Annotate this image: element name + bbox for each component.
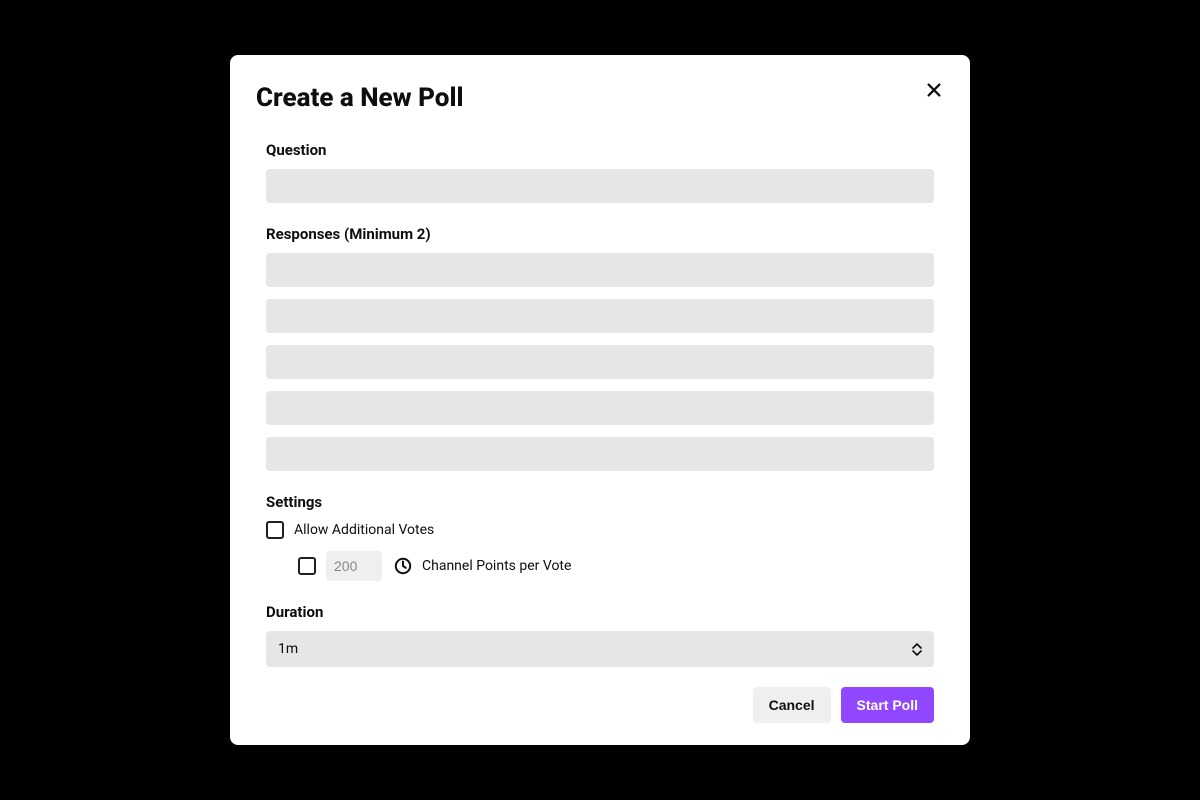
allow-additional-votes-label: Allow Additional Votes (294, 522, 434, 538)
question-label: Question (266, 141, 934, 159)
close-button[interactable] (920, 77, 948, 105)
response-input[interactable] (266, 299, 934, 333)
response-input[interactable] (266, 253, 934, 287)
allow-additional-votes-checkbox[interactable] (266, 521, 284, 539)
response-input[interactable] (266, 345, 934, 379)
form-area: Question Responses (Minimum 2) Settings … (256, 141, 944, 723)
response-input[interactable] (266, 437, 934, 471)
responses-list (266, 253, 934, 471)
modal-title: Create a New Poll (256, 83, 944, 113)
start-poll-button[interactable]: Start Poll (841, 687, 934, 723)
duration-select[interactable]: 1m (266, 631, 934, 667)
stepper-icon (912, 643, 922, 656)
cancel-button[interactable]: Cancel (753, 687, 831, 723)
close-icon (925, 81, 943, 102)
button-row: Cancel Start Poll (266, 687, 934, 723)
channel-points-row: Channel Points per Vote (266, 551, 934, 581)
settings-label: Settings (266, 493, 934, 511)
channel-points-label: Channel Points per Vote (422, 558, 571, 574)
create-poll-modal: Create a New Poll Question Responses (Mi… (230, 55, 970, 745)
responses-label: Responses (Minimum 2) (266, 225, 934, 243)
channel-points-checkbox[interactable] (298, 557, 316, 575)
allow-additional-votes-row: Allow Additional Votes (266, 521, 934, 539)
response-input[interactable] (266, 391, 934, 425)
channel-points-icon (394, 557, 412, 575)
duration-label: Duration (266, 603, 934, 621)
question-input[interactable] (266, 169, 934, 203)
channel-points-input[interactable] (326, 551, 382, 581)
duration-value: 1m (278, 641, 298, 657)
